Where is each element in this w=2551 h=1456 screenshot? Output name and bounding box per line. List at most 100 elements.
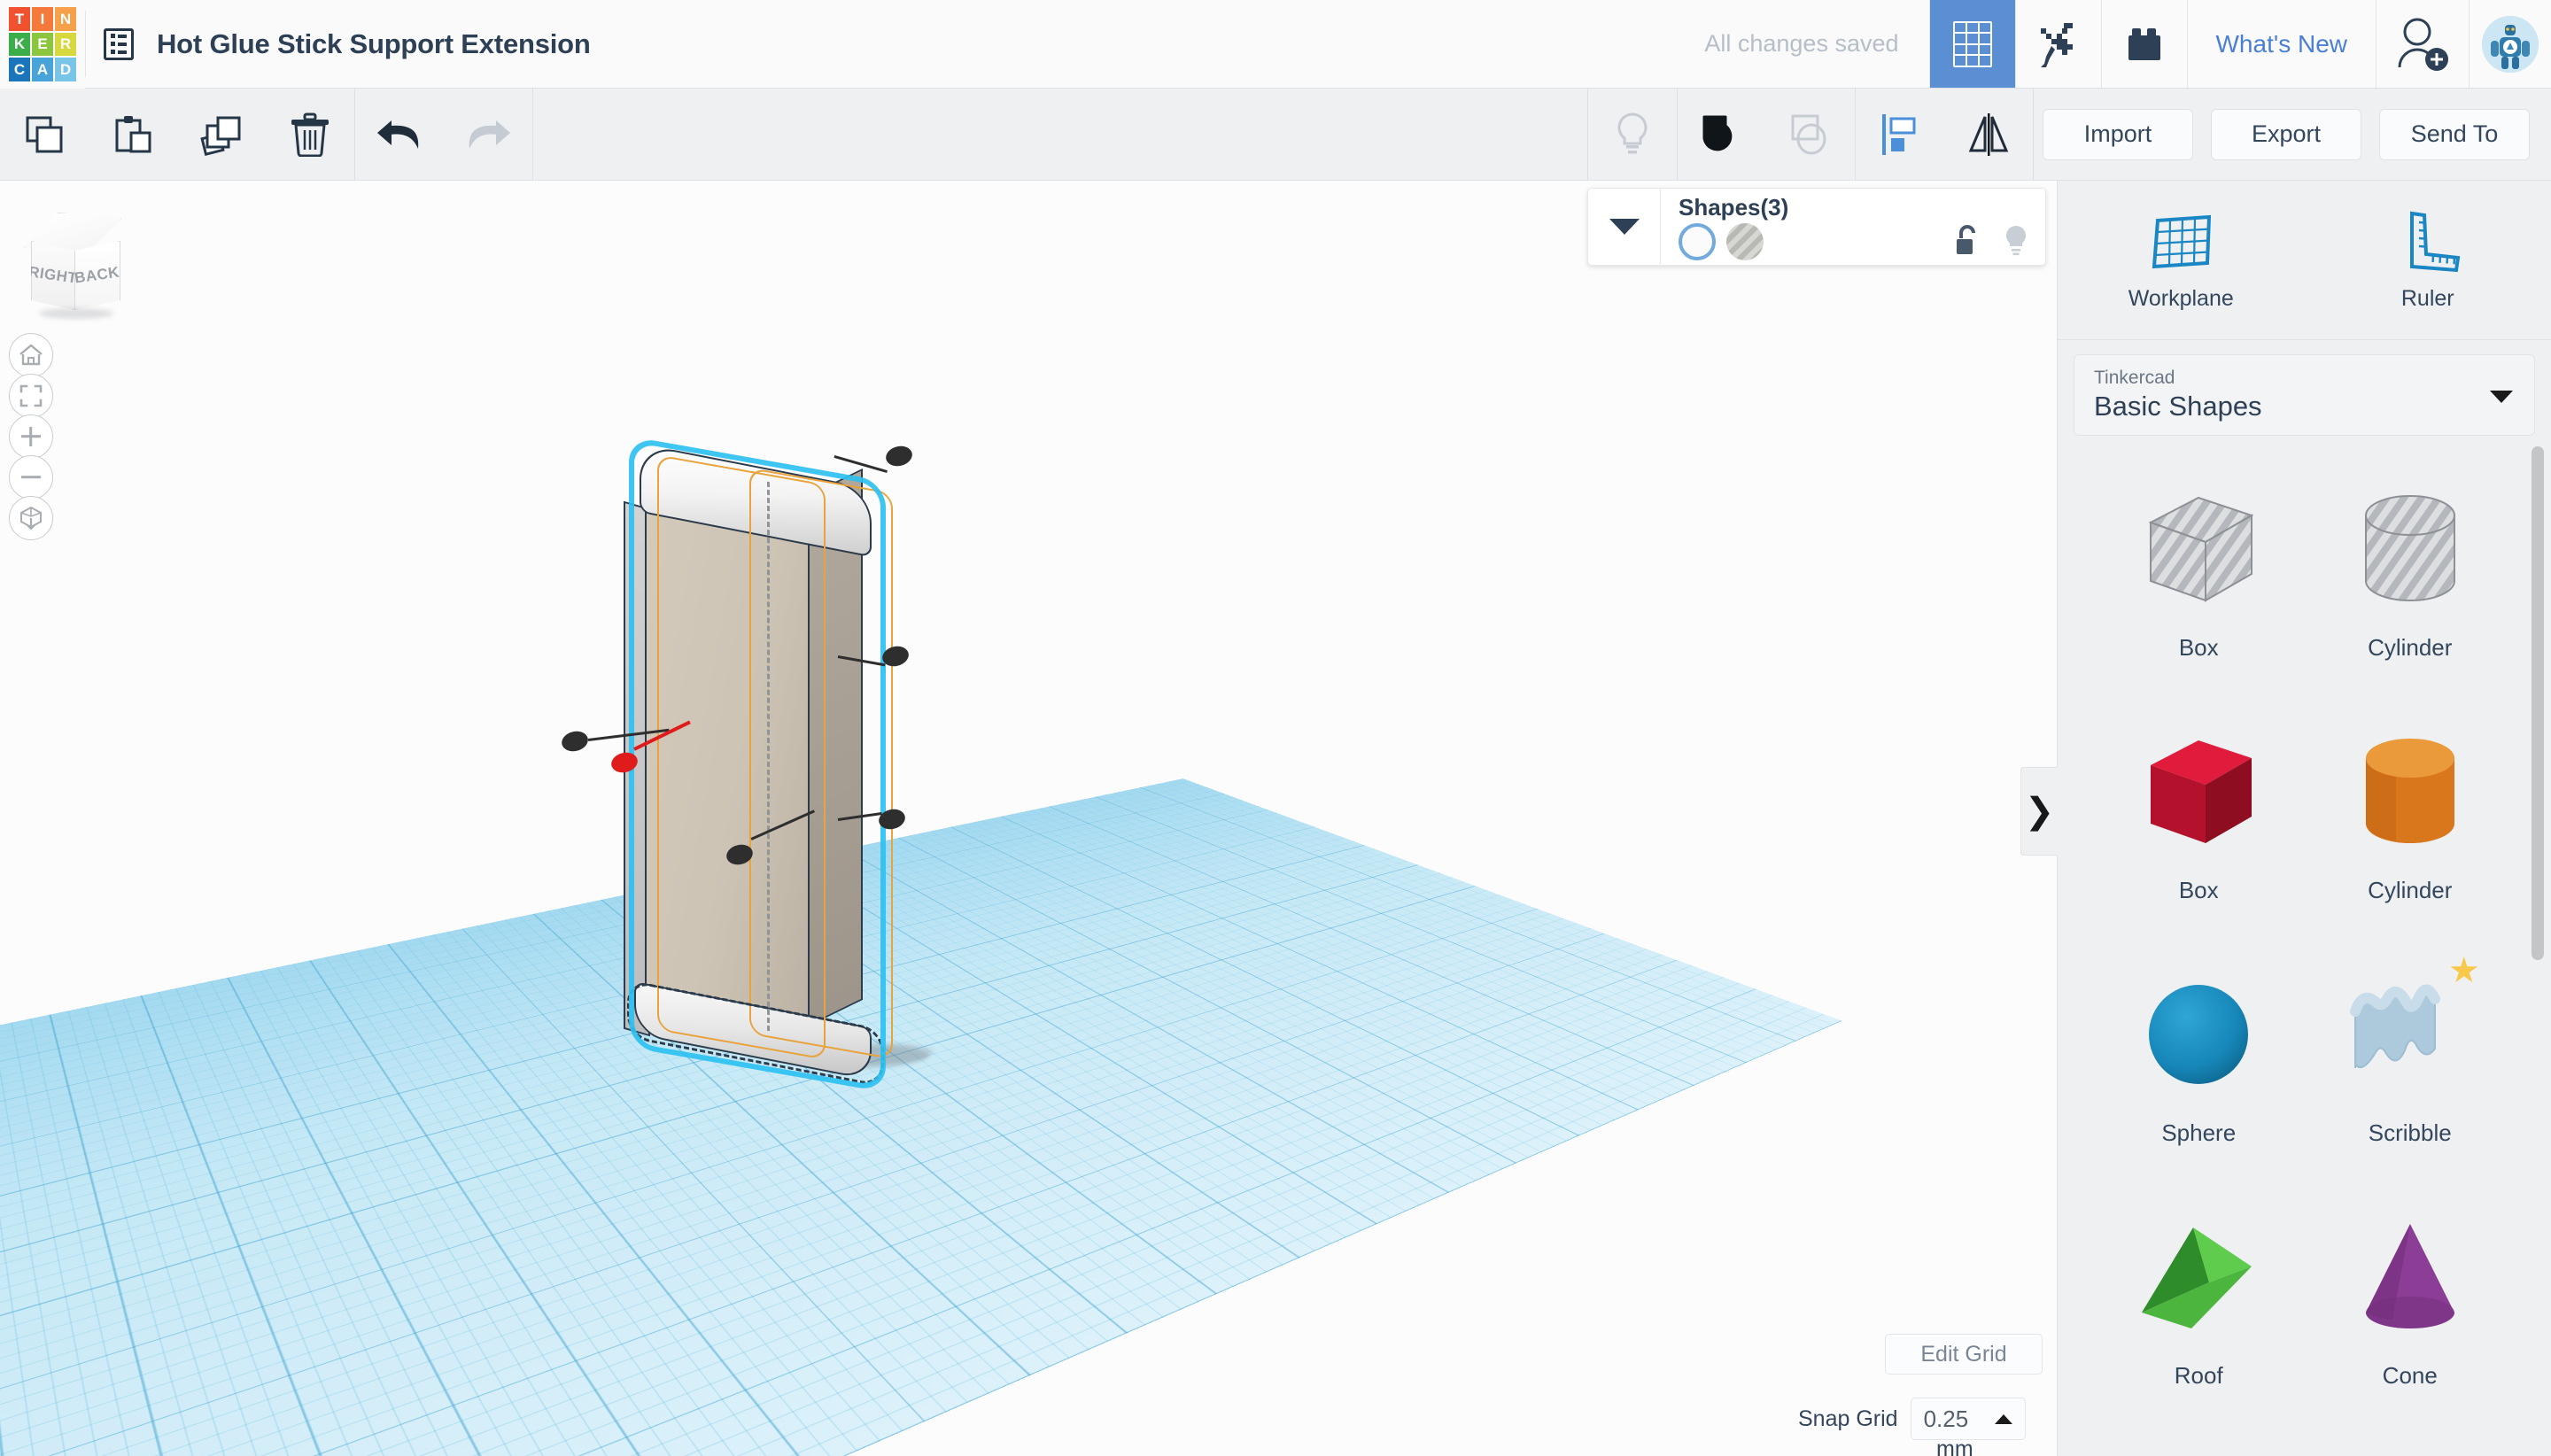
model-group[interactable] bbox=[559, 436, 992, 1093]
shape-item-roof[interactable]: Roof bbox=[2093, 1204, 2305, 1447]
chevron-down-icon[interactable] bbox=[1588, 189, 1661, 265]
copy-icon[interactable] bbox=[0, 89, 89, 181]
shape-label: Scribble bbox=[2368, 1119, 2452, 1146]
ruler-tool[interactable]: Ruler bbox=[2305, 181, 2551, 339]
ortho-perspective-toggle[interactable] bbox=[9, 496, 53, 540]
logo-tile: N bbox=[55, 7, 76, 31]
logo-tile: C bbox=[9, 58, 30, 81]
shape-item-box[interactable]: Box bbox=[2093, 719, 2305, 962]
ruler-icon bbox=[2409, 211, 2461, 273]
ungroup-icon[interactable] bbox=[1766, 89, 1855, 181]
mirror-icon[interactable] bbox=[1944, 89, 2033, 181]
cube-arrow-icon bbox=[20, 506, 42, 531]
shape-label: Box bbox=[2178, 634, 2219, 661]
ruler-tool-label: Ruler bbox=[2400, 286, 2454, 311]
grid-view-icon[interactable] bbox=[1929, 0, 2015, 88]
lego-brick-icon[interactable] bbox=[2101, 0, 2187, 88]
fit-frame-icon bbox=[19, 384, 43, 407]
sidebar-scrollbar[interactable] bbox=[2532, 446, 2544, 1438]
edit-toolbar: Import Export Send To bbox=[0, 88, 2551, 181]
snap-grid-value: 0.25 bbox=[1923, 1405, 1969, 1432]
workplane-icon bbox=[2152, 214, 2212, 269]
view-cube-back-face[interactable]: BACK bbox=[74, 241, 120, 310]
box-hole-thumb bbox=[2123, 476, 2274, 627]
lightbulb-icon[interactable] bbox=[2003, 224, 2029, 258]
shape-library-dropdown[interactable]: Tinkercad Basic Shapes bbox=[2074, 354, 2535, 436]
whats-new-link[interactable]: What's New bbox=[2188, 0, 2377, 88]
shape-library-grid: Box Cylinder Box Cylinder Sphere ★ Scrib… bbox=[2058, 446, 2551, 1456]
pickaxe-icon[interactable] bbox=[2015, 0, 2101, 88]
solid-color-swatch[interactable] bbox=[1679, 223, 1716, 260]
avatar[interactable] bbox=[2470, 0, 2551, 88]
duplicate-icon[interactable] bbox=[177, 89, 266, 181]
box-solid-thumb bbox=[2123, 719, 2274, 870]
shape-item-box-hole[interactable]: Box bbox=[2093, 476, 2305, 719]
align-icon[interactable] bbox=[1856, 89, 1944, 181]
toolbar-divider bbox=[532, 88, 533, 181]
view-cube-right-face[interactable]: RIGHT bbox=[31, 241, 75, 310]
redo-icon[interactable] bbox=[444, 89, 532, 181]
paste-icon[interactable] bbox=[89, 89, 177, 181]
view-cube-label: RIGHT bbox=[27, 263, 79, 287]
library-collection-value: Basic Shapes bbox=[2094, 391, 2262, 422]
logo-tile: I bbox=[32, 7, 53, 31]
zoom-in-button[interactable] bbox=[9, 414, 53, 459]
tinkercad-logo[interactable]: T I N K E R C A D bbox=[0, 0, 85, 89]
cylinder-solid-thumb bbox=[2335, 719, 2485, 870]
workplane-tool-label: Workplane bbox=[2128, 286, 2234, 311]
snap-grid-select[interactable]: 0.25 bbox=[1910, 1398, 2026, 1440]
3d-viewport[interactable]: RIGHT BACK bbox=[0, 181, 2057, 1456]
roof-thumb bbox=[2123, 1204, 2274, 1355]
undo-icon[interactable] bbox=[355, 89, 444, 181]
shape-item-scribble[interactable]: ★ Scribble bbox=[2305, 953, 2516, 1204]
chevron-down-icon[interactable] bbox=[2490, 391, 2513, 403]
add-person-icon[interactable] bbox=[2377, 0, 2469, 88]
logo-tile: D bbox=[55, 58, 76, 81]
view-cube[interactable]: RIGHT BACK bbox=[19, 213, 122, 319]
group-icon[interactable] bbox=[1678, 89, 1766, 181]
page-title[interactable]: Hot Glue Stick Support Extension bbox=[151, 0, 591, 88]
shape-label: Cone bbox=[2382, 1362, 2438, 1389]
unlock-icon[interactable] bbox=[1953, 224, 1981, 258]
lightbulb-icon[interactable] bbox=[1588, 89, 1677, 181]
send-to-button[interactable]: Send To bbox=[2379, 108, 2530, 160]
fit-to-view-button[interactable] bbox=[9, 374, 53, 418]
view-cube-label: BACK bbox=[74, 263, 121, 287]
hole-swatch[interactable] bbox=[1726, 223, 1764, 260]
list-menu-icon[interactable] bbox=[86, 0, 151, 88]
zoom-out-button[interactable] bbox=[9, 455, 53, 500]
import-button[interactable]: Import bbox=[2043, 108, 2193, 160]
cone-thumb bbox=[2335, 1204, 2485, 1355]
plus-icon bbox=[21, 427, 41, 446]
edit-grid-button[interactable]: Edit Grid bbox=[1885, 1334, 2043, 1375]
cylinder-hole-thumb bbox=[2335, 476, 2485, 627]
star-badge-icon: ★ bbox=[2447, 951, 2480, 990]
logo-tile: T bbox=[9, 7, 30, 31]
app-header: T I N K E R C A D Hot Glue Stick Support… bbox=[0, 0, 2551, 89]
shapes-count-label: Shapes(3) bbox=[1679, 194, 1789, 221]
scribble-thumb: ★ bbox=[2335, 953, 2485, 1112]
workplane-tool[interactable]: Workplane bbox=[2058, 181, 2305, 339]
home-view-button[interactable] bbox=[9, 333, 53, 377]
shapes-inspector-panel[interactable]: Shapes(3) bbox=[1587, 188, 2046, 266]
logo-tile: K bbox=[9, 32, 30, 57]
shape-label: Sphere bbox=[2161, 1119, 2237, 1146]
save-status: All changes saved bbox=[1704, 30, 1899, 57]
chevron-up-icon[interactable] bbox=[1994, 1413, 2012, 1424]
scrollbar-thumb[interactable] bbox=[2532, 446, 2544, 960]
sidebar-collapse-toggle[interactable]: ❯ bbox=[2020, 767, 2058, 856]
shape-label: Box bbox=[2178, 877, 2219, 903]
minus-icon bbox=[21, 476, 41, 479]
shape-item-sphere[interactable]: Sphere bbox=[2093, 962, 2305, 1204]
sphere-thumb bbox=[2123, 962, 2274, 1112]
shape-item-cone[interactable]: Cone bbox=[2305, 1204, 2516, 1447]
snap-grid-unit: mm bbox=[1936, 1437, 1973, 1456]
shape-item-cylinder-hole[interactable]: Cylinder bbox=[2305, 476, 2516, 719]
shape-item-cylinder[interactable]: Cylinder bbox=[2305, 719, 2516, 962]
logo-tile: R bbox=[55, 32, 76, 57]
trash-icon[interactable] bbox=[266, 89, 354, 181]
shape-label: Cylinder bbox=[2368, 877, 2453, 903]
shapes-sidebar: ❯ Workplane Ruler Tinkercad Basic Shapes… bbox=[2020, 181, 2551, 1456]
selection-outline bbox=[629, 436, 886, 1093]
export-button[interactable]: Export bbox=[2211, 108, 2361, 160]
